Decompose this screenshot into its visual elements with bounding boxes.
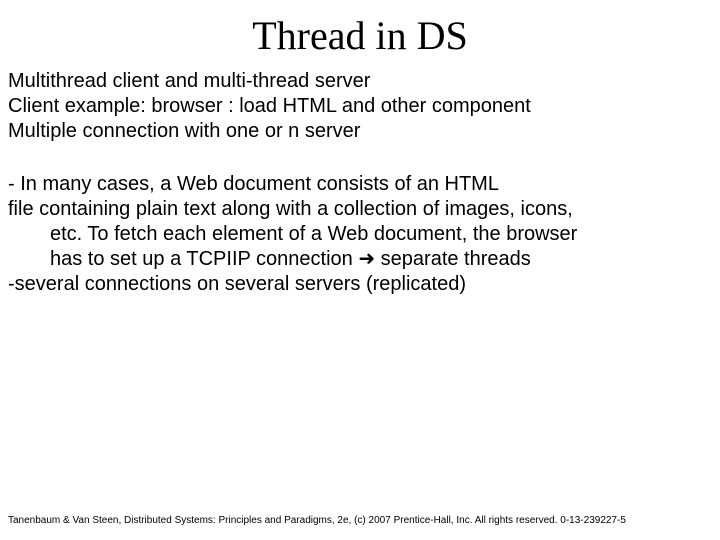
intro-line-1: Multithread client and multi-thread serv… xyxy=(8,69,712,94)
body-line-4a: has to set up a TCPIIP connection xyxy=(50,248,358,270)
body-line-4: has to set up a TCPIIP connection ➜ sepa… xyxy=(8,247,712,272)
slide-title: Thread in DS xyxy=(8,12,712,59)
intro-line-2: Client example: browser : load HTML and … xyxy=(8,94,712,119)
intro-line-3: Multiple connection with one or n server xyxy=(8,119,712,144)
arrow-icon: ➜ xyxy=(358,248,375,270)
slide: Thread in DS Multithread client and mult… xyxy=(0,0,720,540)
intro-block: Multithread client and multi-thread serv… xyxy=(8,69,712,144)
body-line-4b: separate threads xyxy=(375,248,531,270)
body-line-3: etc. To fetch each element of a Web docu… xyxy=(8,222,712,247)
body-line-1: - In many cases, a Web document consists… xyxy=(8,172,712,197)
body-block: - In many cases, a Web document consists… xyxy=(8,172,712,297)
body-line-5: -several connections on several servers … xyxy=(8,272,712,297)
body-line-2: file containing plain text along with a … xyxy=(8,197,712,222)
footer-citation: Tanenbaum & Van Steen, Distributed Syste… xyxy=(8,515,626,526)
